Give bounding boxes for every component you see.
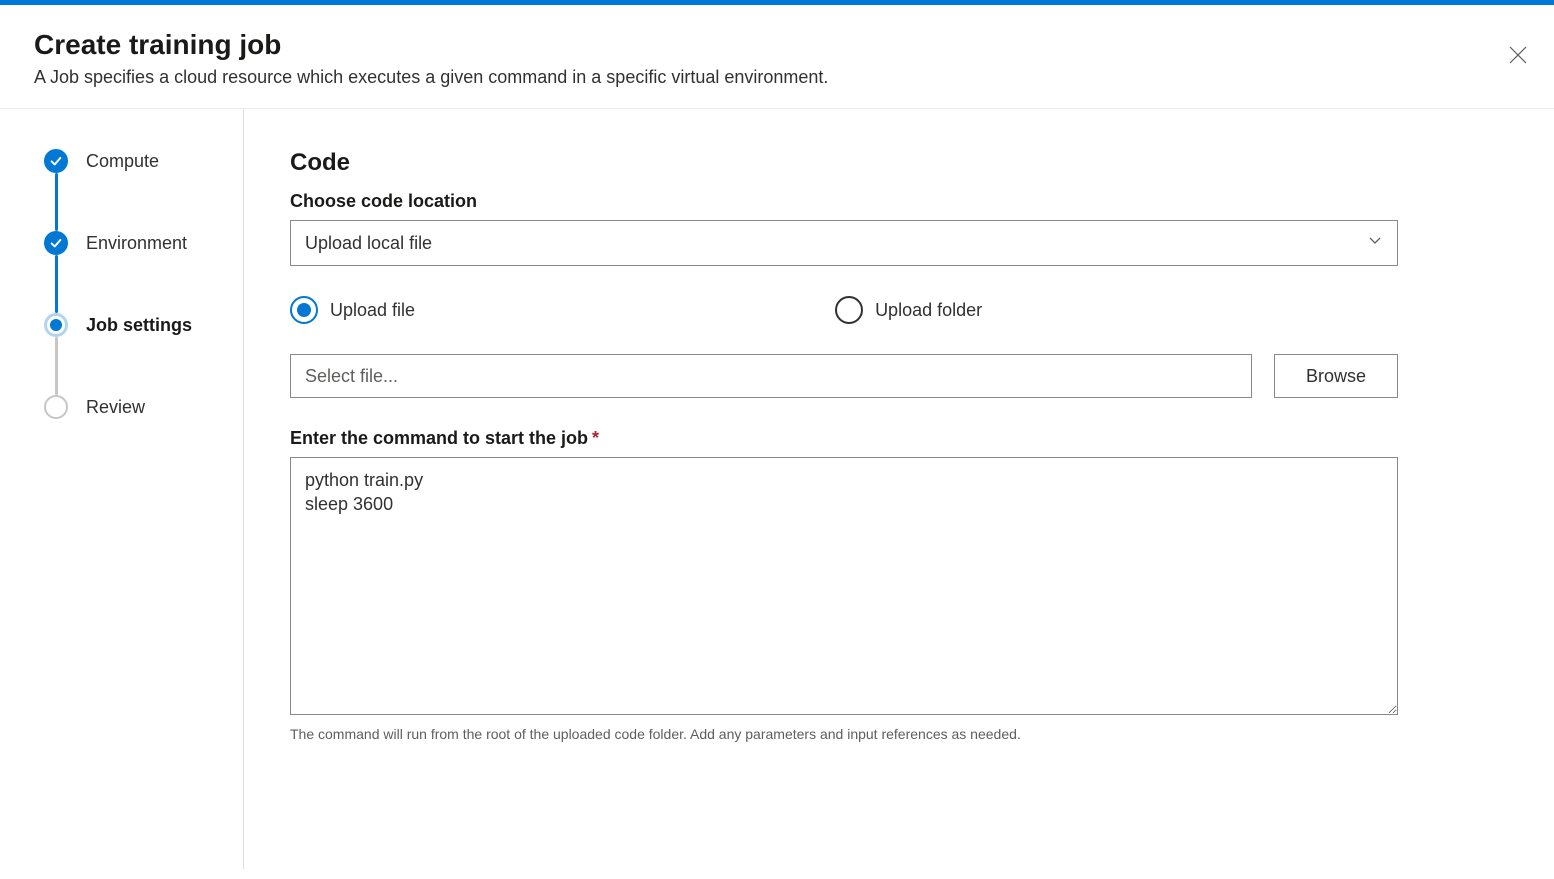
close-icon	[1509, 46, 1527, 67]
radio-unselected-icon	[835, 296, 863, 324]
current-step-icon	[44, 313, 68, 337]
required-indicator: *	[592, 428, 599, 448]
upcoming-step-icon	[44, 395, 68, 419]
wizard-step-review[interactable]: Review	[44, 395, 243, 419]
browse-button[interactable]: Browse	[1274, 354, 1398, 398]
step-label: Compute	[86, 151, 159, 172]
code-section-title: Code	[290, 149, 1398, 177]
command-label-text: Enter the command to start the job	[290, 428, 588, 448]
page-subtitle: A Job specifies a cloud resource which e…	[34, 67, 1520, 88]
main-panel: Code Choose code location Upload file Up…	[244, 109, 1444, 869]
upload-type-radio-group: Upload file Upload folder	[290, 296, 1398, 324]
command-textarea[interactable]	[290, 457, 1398, 715]
step-label: Job settings	[86, 315, 192, 336]
radio-label: Upload file	[330, 300, 415, 321]
command-label: Enter the command to start the job*	[290, 428, 1398, 449]
step-connector	[55, 255, 58, 313]
wizard-step-job-settings[interactable]: Job settings	[44, 313, 243, 337]
upload-folder-radio[interactable]: Upload folder	[835, 296, 982, 324]
wizard-step-environment[interactable]: Environment	[44, 231, 243, 255]
upload-file-radio[interactable]: Upload file	[290, 296, 415, 324]
step-label: Environment	[86, 233, 187, 254]
page-header: Create training job A Job specifies a cl…	[0, 5, 1554, 109]
radio-selected-icon	[290, 296, 318, 324]
wizard-steps-sidebar: Compute Environment Job settings Review	[0, 109, 244, 869]
file-path-input[interactable]	[290, 354, 1252, 398]
command-helper-text: The command will run from the root of th…	[290, 726, 1398, 742]
file-select-row: Browse	[290, 354, 1398, 398]
step-label: Review	[86, 397, 145, 418]
check-circle-icon	[44, 149, 68, 173]
step-connector	[55, 337, 58, 395]
wizard-step-compute[interactable]: Compute	[44, 149, 243, 173]
close-button[interactable]	[1502, 41, 1534, 73]
check-circle-icon	[44, 231, 68, 255]
code-location-select-wrapper	[290, 220, 1398, 266]
code-location-select[interactable]	[290, 220, 1398, 266]
step-connector	[55, 173, 58, 231]
page-title: Create training job	[34, 29, 1520, 61]
choose-code-location-label: Choose code location	[290, 191, 1398, 212]
radio-label: Upload folder	[875, 300, 982, 321]
